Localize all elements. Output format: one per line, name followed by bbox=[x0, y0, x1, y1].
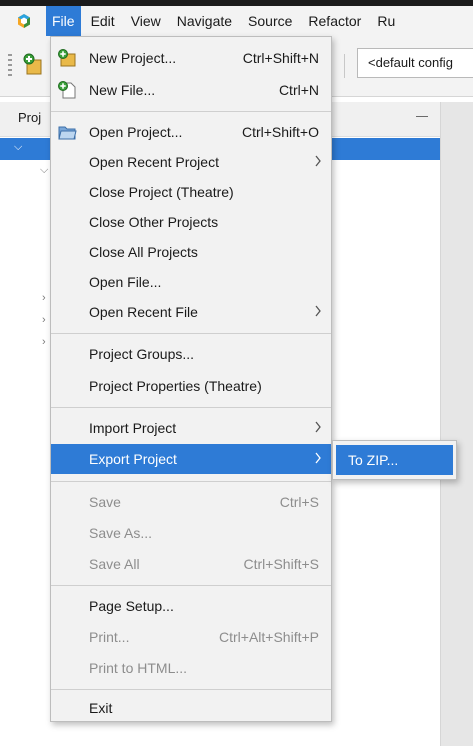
menu-item-open-recent-file[interactable]: Open Recent File bbox=[51, 297, 331, 327]
menu-item-label: Open Project... bbox=[89, 124, 183, 140]
export-project-submenu: To ZIP... bbox=[332, 440, 457, 480]
open-project-icon bbox=[57, 122, 77, 142]
menu-item-shortcut: Ctrl+Shift+N bbox=[242, 50, 319, 66]
menu-item-label: Close Other Projects bbox=[89, 214, 219, 230]
toolbar-grip[interactable] bbox=[8, 54, 12, 78]
menu-item-label: Save bbox=[89, 494, 121, 510]
menu-separator bbox=[51, 481, 331, 482]
menu-item-label: Import Project bbox=[89, 420, 177, 436]
menu-item-shortcut: Ctrl+S bbox=[279, 494, 319, 510]
menu-item-page-setup[interactable]: Page Setup... bbox=[51, 591, 331, 621]
menu-view[interactable]: View bbox=[125, 6, 167, 36]
menu-item-open-project[interactable]: Open Project... Ctrl+Shift+O bbox=[51, 117, 331, 147]
menu-navigate[interactable]: Navigate bbox=[171, 6, 238, 36]
menu-item-label: Print... bbox=[89, 629, 130, 645]
configuration-select[interactable]: <default config bbox=[357, 48, 473, 78]
menu-item-label: Open Recent File bbox=[89, 304, 198, 320]
menu-item-label: Save All bbox=[89, 556, 140, 572]
new-file-icon bbox=[57, 80, 77, 100]
menu-separator bbox=[51, 333, 331, 334]
menu-item-label: Open File... bbox=[89, 274, 162, 290]
menu-item-shortcut: Ctrl+Alt+Shift+P bbox=[219, 629, 319, 645]
menu-item-save-all[interactable]: Save All Ctrl+Shift+S bbox=[51, 549, 331, 579]
menu-separator bbox=[51, 585, 331, 586]
menu-separator bbox=[51, 407, 331, 408]
menu-item-export-project[interactable]: Export Project bbox=[51, 444, 331, 474]
menu-item-label: Print to HTML... bbox=[89, 660, 188, 676]
editor-area bbox=[441, 102, 473, 746]
menu-item-label: Page Setup... bbox=[89, 598, 174, 614]
menu-edit[interactable]: Edit bbox=[85, 6, 121, 36]
menu-item-label: Close All Projects bbox=[89, 244, 198, 260]
new-project-toolbar-icon[interactable] bbox=[22, 52, 44, 76]
menu-item-label: Save As... bbox=[89, 525, 153, 541]
menu-bar: File Edit View Navigate Source Refactor … bbox=[0, 6, 473, 36]
menu-item-to-zip[interactable]: To ZIP... bbox=[336, 445, 453, 475]
menu-item-print[interactable]: Print... Ctrl+Alt+Shift+P bbox=[51, 622, 331, 652]
chevron-right-icon bbox=[313, 303, 323, 319]
chevron-right-icon[interactable]: › bbox=[42, 336, 46, 348]
menu-item-close-other-projects[interactable]: Close Other Projects bbox=[51, 207, 331, 237]
menu-item-open-recent-project[interactable]: Open Recent Project bbox=[51, 147, 331, 177]
projects-pane-title[interactable]: Proj bbox=[18, 110, 41, 125]
menu-item-import-project[interactable]: Import Project bbox=[51, 413, 331, 443]
menu-refactor[interactable]: Refactor bbox=[302, 6, 367, 36]
file-menu: New Project... Ctrl+Shift+N New File... … bbox=[50, 36, 332, 722]
menu-file[interactable]: File bbox=[46, 6, 81, 36]
menu-item-save[interactable]: Save Ctrl+S bbox=[51, 487, 331, 517]
menu-item-label: New File... bbox=[89, 82, 156, 98]
menu-item-label: Close Project (Theatre) bbox=[89, 184, 234, 200]
menu-item-exit[interactable]: Exit bbox=[51, 693, 331, 723]
menu-item-open-file[interactable]: Open File... bbox=[51, 267, 331, 297]
chevron-down-icon[interactable]: ⌵ bbox=[14, 141, 22, 154]
menu-item-label: Open Recent Project bbox=[89, 154, 219, 170]
chevron-right-icon bbox=[313, 153, 323, 169]
chevron-right-icon bbox=[313, 419, 323, 435]
menu-item-shortcut: Ctrl+N bbox=[278, 82, 319, 98]
menu-item-shortcut: Ctrl+Shift+O bbox=[241, 124, 319, 140]
chevron-right-icon[interactable]: › bbox=[42, 314, 46, 326]
menu-item-shortcut: Ctrl+Shift+S bbox=[243, 556, 319, 572]
menu-item-project-properties[interactable]: Project Properties (Theatre) bbox=[51, 371, 331, 401]
menu-source[interactable]: Source bbox=[242, 6, 298, 36]
menu-item-label: Exit bbox=[89, 700, 113, 716]
minimize-icon[interactable] bbox=[416, 116, 428, 117]
menu-separator bbox=[51, 111, 331, 112]
chevron-right-icon bbox=[313, 450, 323, 466]
menu-item-project-groups[interactable]: Project Groups... bbox=[51, 339, 331, 369]
chevron-down-icon[interactable]: ⌵ bbox=[40, 164, 48, 177]
menu-item-label: Project Properties (Theatre) bbox=[89, 378, 262, 394]
menu-separator bbox=[51, 689, 331, 690]
menu-item-save-as[interactable]: Save As... bbox=[51, 518, 331, 548]
app-logo-icon bbox=[16, 13, 32, 29]
menu-item-close-all-projects[interactable]: Close All Projects bbox=[51, 237, 331, 267]
new-project-icon bbox=[57, 48, 77, 68]
menu-item-print-to-html[interactable]: Print to HTML... bbox=[51, 653, 331, 683]
menu-item-close-project[interactable]: Close Project (Theatre) bbox=[51, 177, 331, 207]
menu-item-new-file[interactable]: New File... Ctrl+N bbox=[51, 75, 331, 105]
menu-run[interactable]: Ru bbox=[371, 6, 401, 36]
menu-item-new-project[interactable]: New Project... Ctrl+Shift+N bbox=[51, 43, 331, 73]
chevron-right-icon[interactable]: › bbox=[42, 292, 46, 304]
menu-item-label: To ZIP... bbox=[348, 452, 399, 468]
menu-item-label: New Project... bbox=[89, 50, 177, 66]
menu-item-label: Export Project bbox=[89, 451, 177, 467]
menu-item-label: Project Groups... bbox=[89, 346, 195, 362]
toolbar-separator bbox=[344, 54, 345, 78]
